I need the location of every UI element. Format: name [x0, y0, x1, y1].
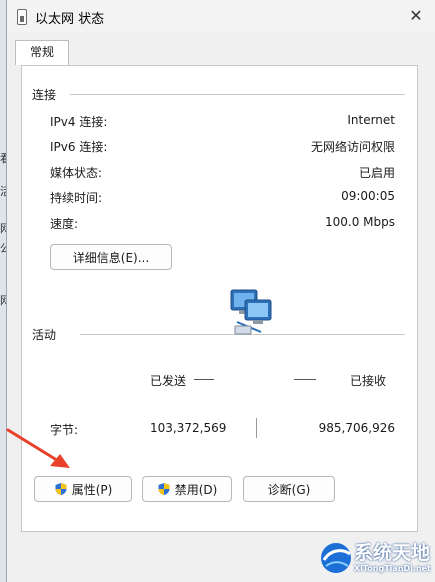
ipv4-label: IPv4 连接: [50, 115, 108, 129]
sent-line [194, 379, 214, 380]
details-button[interactable]: 详细信息(E)... [50, 244, 172, 270]
connection-heading: 连接 [32, 88, 57, 102]
activity-heading: 活动 [32, 328, 57, 342]
ipv6-value: 无网络访问权限 [310, 140, 395, 154]
watermark-logo: 系统天地 XiTongTianDi.net [318, 536, 435, 582]
annotation-arrow [6, 428, 70, 468]
bytes-sent: 103,372,569 [150, 421, 227, 435]
sent-label: 已发送 [150, 374, 187, 388]
received-label: 已接收 [350, 374, 387, 388]
diagnose-button[interactable]: 诊断(G) [243, 476, 335, 502]
speed-value: 100.0 Mbps [324, 215, 395, 229]
close-button[interactable]: ✕ [404, 4, 428, 28]
properties-button-label: 属性(P) [71, 482, 113, 497]
network-adapter-icon [17, 9, 27, 25]
watermark-url: XiTongTianDi.net [354, 564, 431, 573]
shield-icon [55, 483, 67, 495]
network-computers-icon [230, 289, 272, 335]
watermark-globe-icon [321, 543, 351, 573]
duration-label: 持续时间: [50, 191, 103, 205]
details-button-label: 详细信息(E)... [72, 250, 150, 265]
media-state-value: 已启用 [358, 166, 395, 180]
section-divider [70, 94, 405, 95]
disable-button-label: 禁用(D) [174, 482, 218, 497]
ipv6-label: IPv6 连接: [50, 140, 108, 154]
shield-icon [158, 483, 170, 495]
watermark-title: 系统天地 [354, 542, 431, 564]
received-line [294, 379, 316, 380]
title-bar: 以太网 状态 ✕ [7, 0, 435, 32]
window-title: 以太网 状态 [35, 12, 105, 27]
bytes-received: 985,706,926 [318, 421, 395, 435]
speed-label: 速度: [50, 217, 79, 231]
bytes-separator [256, 418, 257, 438]
diagnose-button-label: 诊断(G) [267, 482, 311, 497]
tab-general[interactable]: 常规 [15, 40, 69, 65]
close-icon: ✕ [409, 6, 423, 25]
ipv4-value: Internet [347, 113, 395, 127]
ethernet-status-dialog: 以太网 状态 ✕ 常规 连接 IPv4 连接: Internet IPv6 连接… [6, 0, 435, 582]
duration-value: 09:00:05 [341, 189, 395, 203]
disable-button[interactable]: 禁用(D) [142, 476, 232, 502]
media-state-label: 媒体状态: [50, 166, 103, 180]
